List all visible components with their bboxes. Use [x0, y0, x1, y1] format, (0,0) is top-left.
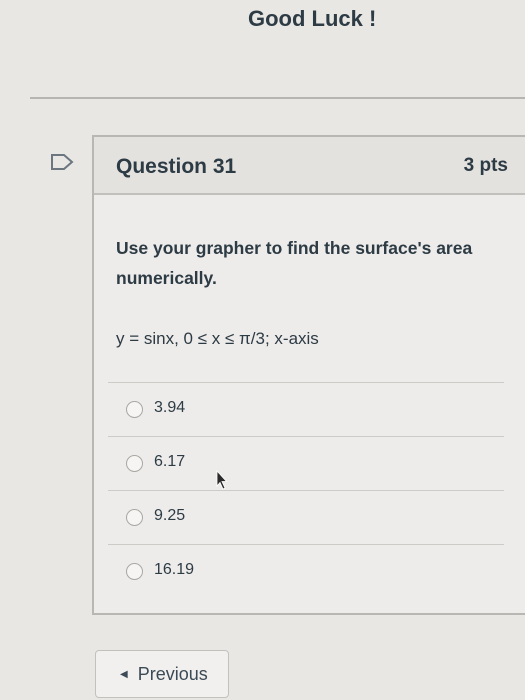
header-divider [30, 97, 525, 99]
answer-label: 6.17 [154, 453, 186, 470]
triangle-left-icon: ◀ [120, 668, 128, 680]
radio-button[interactable] [126, 509, 143, 526]
answer-list: 3.94 6.17 9.25 16.19 [108, 382, 504, 598]
mouse-cursor-icon [216, 470, 228, 490]
bookmark-icon[interactable] [50, 153, 74, 171]
radio-button[interactable] [126, 563, 143, 580]
radio-button[interactable] [126, 455, 143, 472]
previous-label: Previous [137, 663, 208, 684]
answer-option-1[interactable]: 3.94 [108, 383, 504, 436]
page-title: Good Luck ! [248, 6, 377, 31]
answer-label: 16.19 [154, 561, 195, 578]
answer-option-2[interactable]: 6.17 [108, 437, 504, 490]
answer-label: 3.94 [154, 399, 186, 416]
question-title: Question 31 [116, 155, 237, 178]
question-header: Question 31 3 pts [94, 137, 525, 195]
answer-label: 9.25 [154, 507, 186, 524]
question-points: 3 pts [463, 155, 508, 176]
quiz-page: Good Luck ! Question 31 3 pts Use your g… [0, 0, 525, 700]
answer-option-3[interactable]: 9.25 [108, 491, 504, 544]
question-card: Question 31 3 pts Use your grapher to fi… [92, 135, 525, 615]
answer-option-4[interactable]: 16.19 [108, 545, 504, 598]
radio-button[interactable] [126, 401, 143, 418]
question-formula: y = sinx, 0 ≤ x ≤ π/3; x-axis [116, 329, 319, 348]
question-text: Use your grapher to find the surface's a… [116, 238, 473, 288]
previous-button[interactable]: ◀ Previous [95, 650, 229, 698]
